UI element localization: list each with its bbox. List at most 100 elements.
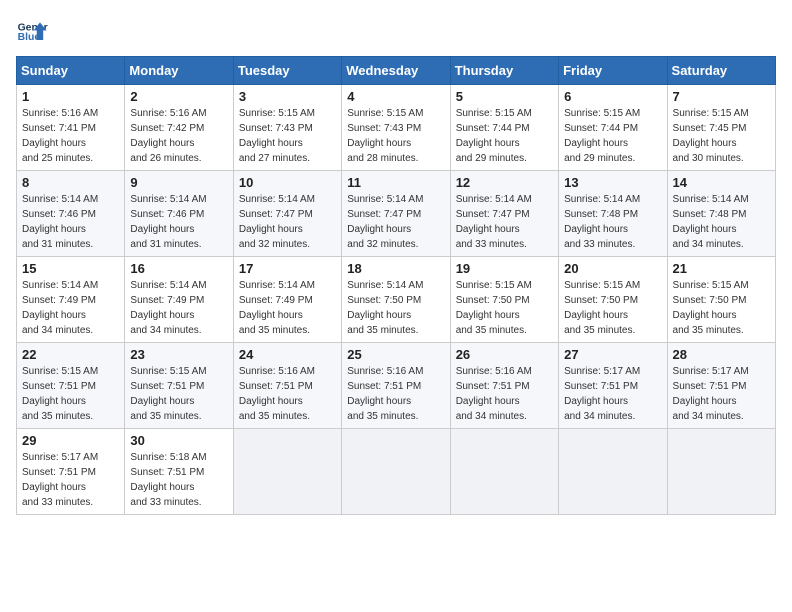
weekday-cell: Saturday: [667, 57, 775, 85]
calendar-day: 7 Sunrise: 5:15 AM Sunset: 7:45 PM Dayli…: [667, 85, 775, 171]
calendar-day: 6 Sunrise: 5:15 AM Sunset: 7:44 PM Dayli…: [559, 85, 667, 171]
day-number: 5: [456, 89, 553, 104]
calendar-day: 14 Sunrise: 5:14 AM Sunset: 7:48 PM Dayl…: [667, 171, 775, 257]
weekday-cell: Friday: [559, 57, 667, 85]
day-info: Sunrise: 5:15 AM Sunset: 7:51 PM Dayligh…: [130, 364, 227, 424]
day-number: 21: [673, 261, 770, 276]
day-number: 13: [564, 175, 661, 190]
calendar-week: 1 Sunrise: 5:16 AM Sunset: 7:41 PM Dayli…: [17, 85, 776, 171]
day-info: Sunrise: 5:14 AM Sunset: 7:46 PM Dayligh…: [130, 192, 227, 252]
calendar-week: 29 Sunrise: 5:17 AM Sunset: 7:51 PM Dayl…: [17, 429, 776, 515]
day-info: Sunrise: 5:15 AM Sunset: 7:44 PM Dayligh…: [564, 106, 661, 166]
day-number: 11: [347, 175, 444, 190]
calendar-day: [667, 429, 775, 515]
day-info: Sunrise: 5:14 AM Sunset: 7:49 PM Dayligh…: [22, 278, 119, 338]
day-info: Sunrise: 5:16 AM Sunset: 7:51 PM Dayligh…: [347, 364, 444, 424]
day-info: Sunrise: 5:15 AM Sunset: 7:43 PM Dayligh…: [347, 106, 444, 166]
calendar: SundayMondayTuesdayWednesdayThursdayFrid…: [16, 56, 776, 515]
calendar-body: 1 Sunrise: 5:16 AM Sunset: 7:41 PM Dayli…: [17, 85, 776, 515]
day-number: 4: [347, 89, 444, 104]
weekday-cell: Wednesday: [342, 57, 450, 85]
calendar-day: 30 Sunrise: 5:18 AM Sunset: 7:51 PM Dayl…: [125, 429, 233, 515]
day-number: 15: [22, 261, 119, 276]
calendar-week: 15 Sunrise: 5:14 AM Sunset: 7:49 PM Dayl…: [17, 257, 776, 343]
day-number: 14: [673, 175, 770, 190]
day-info: Sunrise: 5:15 AM Sunset: 7:50 PM Dayligh…: [456, 278, 553, 338]
calendar-day: [342, 429, 450, 515]
day-number: 8: [22, 175, 119, 190]
day-info: Sunrise: 5:18 AM Sunset: 7:51 PM Dayligh…: [130, 450, 227, 510]
calendar-day: 25 Sunrise: 5:16 AM Sunset: 7:51 PM Dayl…: [342, 343, 450, 429]
day-info: Sunrise: 5:15 AM Sunset: 7:45 PM Dayligh…: [673, 106, 770, 166]
calendar-week: 22 Sunrise: 5:15 AM Sunset: 7:51 PM Dayl…: [17, 343, 776, 429]
calendar-day: 28 Sunrise: 5:17 AM Sunset: 7:51 PM Dayl…: [667, 343, 775, 429]
day-info: Sunrise: 5:14 AM Sunset: 7:49 PM Dayligh…: [130, 278, 227, 338]
day-info: Sunrise: 5:16 AM Sunset: 7:51 PM Dayligh…: [456, 364, 553, 424]
weekday-cell: Thursday: [450, 57, 558, 85]
calendar-day: 9 Sunrise: 5:14 AM Sunset: 7:46 PM Dayli…: [125, 171, 233, 257]
calendar-day: [450, 429, 558, 515]
day-info: Sunrise: 5:16 AM Sunset: 7:51 PM Dayligh…: [239, 364, 336, 424]
calendar-day: 23 Sunrise: 5:15 AM Sunset: 7:51 PM Dayl…: [125, 343, 233, 429]
day-number: 16: [130, 261, 227, 276]
calendar-day: [233, 429, 341, 515]
day-info: Sunrise: 5:17 AM Sunset: 7:51 PM Dayligh…: [22, 450, 119, 510]
calendar-day: [559, 429, 667, 515]
day-info: Sunrise: 5:14 AM Sunset: 7:47 PM Dayligh…: [456, 192, 553, 252]
day-number: 20: [564, 261, 661, 276]
day-number: 10: [239, 175, 336, 190]
day-info: Sunrise: 5:14 AM Sunset: 7:49 PM Dayligh…: [239, 278, 336, 338]
day-number: 7: [673, 89, 770, 104]
day-info: Sunrise: 5:15 AM Sunset: 7:50 PM Dayligh…: [564, 278, 661, 338]
calendar-day: 22 Sunrise: 5:15 AM Sunset: 7:51 PM Dayl…: [17, 343, 125, 429]
logo-icon: General Blue: [16, 16, 48, 48]
day-info: Sunrise: 5:15 AM Sunset: 7:43 PM Dayligh…: [239, 106, 336, 166]
day-info: Sunrise: 5:14 AM Sunset: 7:47 PM Dayligh…: [239, 192, 336, 252]
day-number: 2: [130, 89, 227, 104]
calendar-day: 15 Sunrise: 5:14 AM Sunset: 7:49 PM Dayl…: [17, 257, 125, 343]
calendar-day: 12 Sunrise: 5:14 AM Sunset: 7:47 PM Dayl…: [450, 171, 558, 257]
weekday-cell: Sunday: [17, 57, 125, 85]
calendar-day: 4 Sunrise: 5:15 AM Sunset: 7:43 PM Dayli…: [342, 85, 450, 171]
day-number: 30: [130, 433, 227, 448]
day-info: Sunrise: 5:15 AM Sunset: 7:44 PM Dayligh…: [456, 106, 553, 166]
day-number: 19: [456, 261, 553, 276]
day-number: 29: [22, 433, 119, 448]
header: General Blue: [16, 16, 776, 48]
calendar-week: 8 Sunrise: 5:14 AM Sunset: 7:46 PM Dayli…: [17, 171, 776, 257]
day-info: Sunrise: 5:14 AM Sunset: 7:50 PM Dayligh…: [347, 278, 444, 338]
day-info: Sunrise: 5:17 AM Sunset: 7:51 PM Dayligh…: [673, 364, 770, 424]
calendar-day: 8 Sunrise: 5:14 AM Sunset: 7:46 PM Dayli…: [17, 171, 125, 257]
day-number: 25: [347, 347, 444, 362]
weekday-cell: Monday: [125, 57, 233, 85]
day-info: Sunrise: 5:16 AM Sunset: 7:41 PM Dayligh…: [22, 106, 119, 166]
day-number: 9: [130, 175, 227, 190]
day-number: 27: [564, 347, 661, 362]
calendar-day: 19 Sunrise: 5:15 AM Sunset: 7:50 PM Dayl…: [450, 257, 558, 343]
weekday-header: SundayMondayTuesdayWednesdayThursdayFrid…: [17, 57, 776, 85]
calendar-day: 2 Sunrise: 5:16 AM Sunset: 7:42 PM Dayli…: [125, 85, 233, 171]
calendar-day: 16 Sunrise: 5:14 AM Sunset: 7:49 PM Dayl…: [125, 257, 233, 343]
logo: General Blue: [16, 16, 48, 48]
day-number: 26: [456, 347, 553, 362]
calendar-day: 27 Sunrise: 5:17 AM Sunset: 7:51 PM Dayl…: [559, 343, 667, 429]
day-number: 23: [130, 347, 227, 362]
calendar-day: 21 Sunrise: 5:15 AM Sunset: 7:50 PM Dayl…: [667, 257, 775, 343]
day-info: Sunrise: 5:17 AM Sunset: 7:51 PM Dayligh…: [564, 364, 661, 424]
calendar-day: 11 Sunrise: 5:14 AM Sunset: 7:47 PM Dayl…: [342, 171, 450, 257]
day-number: 12: [456, 175, 553, 190]
calendar-day: 20 Sunrise: 5:15 AM Sunset: 7:50 PM Dayl…: [559, 257, 667, 343]
day-info: Sunrise: 5:14 AM Sunset: 7:46 PM Dayligh…: [22, 192, 119, 252]
day-info: Sunrise: 5:15 AM Sunset: 7:51 PM Dayligh…: [22, 364, 119, 424]
day-number: 28: [673, 347, 770, 362]
day-number: 1: [22, 89, 119, 104]
day-info: Sunrise: 5:15 AM Sunset: 7:50 PM Dayligh…: [673, 278, 770, 338]
calendar-day: 24 Sunrise: 5:16 AM Sunset: 7:51 PM Dayl…: [233, 343, 341, 429]
calendar-day: 10 Sunrise: 5:14 AM Sunset: 7:47 PM Dayl…: [233, 171, 341, 257]
day-number: 6: [564, 89, 661, 104]
day-number: 18: [347, 261, 444, 276]
day-number: 17: [239, 261, 336, 276]
day-info: Sunrise: 5:14 AM Sunset: 7:47 PM Dayligh…: [347, 192, 444, 252]
calendar-day: 29 Sunrise: 5:17 AM Sunset: 7:51 PM Dayl…: [17, 429, 125, 515]
day-number: 3: [239, 89, 336, 104]
